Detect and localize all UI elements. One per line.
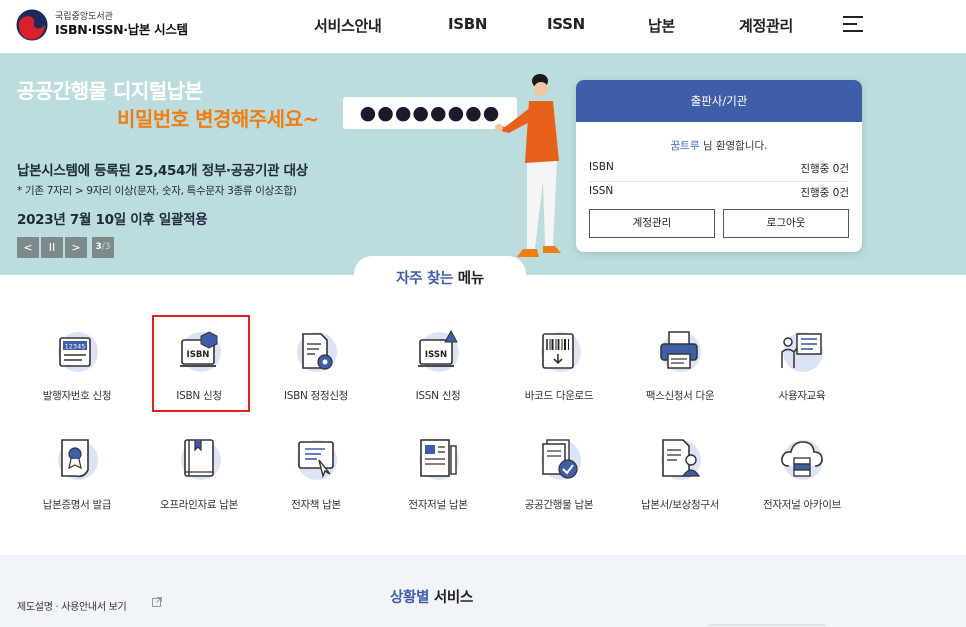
menu-label: 납본서/보상청구서 (640, 499, 720, 511)
nav-issn[interactable]: ISSN (547, 15, 585, 33)
menu-label: 바코드 다운로드 (524, 390, 594, 402)
situational-service-section (0, 555, 966, 627)
nav-deposit[interactable]: 납본 (648, 15, 675, 36)
banner-date-line: 2023년 7월 10일 이후 일괄적용 (17, 212, 208, 228)
barcode-download-icon (541, 332, 581, 372)
certificate-icon (58, 439, 98, 480)
publisher-number-icon: 12345 (58, 332, 98, 372)
cloud-archive-icon (781, 440, 823, 480)
slide-pause-button[interactable]: II (41, 237, 63, 258)
offline-book-icon (181, 439, 221, 480)
banner-subtitle: 비밀번호 변경해주세요~ (117, 107, 319, 131)
issn-apply-icon: ISSN (418, 329, 459, 372)
banner-info-line: 납본시스템에 등록된 25,454개 정부·공공기관 대상 (17, 163, 308, 179)
ebook-icon (297, 440, 337, 480)
slide-next-button[interactable]: > (65, 237, 87, 258)
ejournal-icon (419, 439, 459, 480)
menu-label: 공공간행물 납본 (524, 499, 594, 511)
user-status-card: 출판사/기관 꿈트루 님 환영합니다. ISBN 진행중 0건 ISSN 진행중… (576, 80, 862, 252)
status-row-issn: ISSN 진행중 0건 (589, 185, 849, 199)
menu-label: 전자저널 납본 (408, 499, 468, 511)
logout-button[interactable]: 로그아웃 (723, 209, 849, 238)
welcome-message: 꿈트루 님 환영합니다. (670, 140, 768, 152)
username[interactable]: 꿈트루 (671, 140, 700, 152)
slide-counter: 3/3 (92, 237, 114, 258)
fax-form-icon (660, 331, 701, 372)
hamburger-menu-icon[interactable] (843, 16, 863, 32)
menu-label: 오프라인자료 납본 (160, 499, 238, 511)
card-header: 출판사/기관 (576, 80, 862, 122)
isbn-correction-icon (297, 332, 337, 372)
person-illustration-icon (495, 74, 561, 257)
guide-link[interactable]: 제도설명 · 사용안내서 보기 (17, 598, 127, 613)
status-row-isbn: ISBN 진행중 0건 (589, 161, 849, 182)
menu-label: ISSN 신청 (415, 390, 461, 402)
external-link-icon[interactable] (152, 597, 162, 607)
menu-label: 팩스신청서 다운 (645, 390, 715, 402)
site-header: 국립중앙도서관 ISBN·ISSN·납본 시스템 서비스안내 ISBN ISSN… (0, 0, 966, 53)
banner-rule-line: * 기존 7자리 > 9자리 이상(문자, 숫자, 특수문자 3종류 이상조합) (17, 185, 297, 197)
taegeuk-logo-icon (16, 9, 48, 41)
logo-system-name: ISBN·ISSN·납본 시스템 (55, 22, 188, 38)
password-mask-graphic: ●●●●●●●● (343, 97, 517, 129)
situational-service-title: 상황별 서비스 (390, 590, 473, 606)
user-education-icon (781, 332, 823, 372)
public-publication-icon (541, 439, 581, 480)
menu-label: 전자책 납본 (291, 499, 341, 511)
nav-account[interactable]: 계정관리 (739, 15, 793, 36)
site-logo[interactable]: 국립중앙도서관 ISBN·ISSN·납본 시스템 (16, 9, 188, 41)
svg-text:ISSN: ISSN (425, 350, 447, 360)
slide-prev-button[interactable]: < (17, 237, 39, 258)
menu-label: ISBN 정정신청 (283, 390, 349, 402)
menu-label: 발행자번호 신청 (42, 390, 112, 402)
quick-menu-title: 자주 찾는 메뉴 (396, 271, 484, 287)
menu-label: 전자저널 아카이브 (763, 499, 841, 511)
menu-label: ISBN 신청 (176, 390, 222, 402)
banner-title: 공공간행물 디지털납본 (17, 79, 203, 103)
bottom-divider (708, 624, 826, 626)
nav-service-info[interactable]: 서비스안내 (314, 15, 382, 36)
svg-text:12345: 12345 (65, 343, 86, 351)
isbn-apply-icon: ISBN (180, 331, 221, 372)
svg-text:ISBN: ISBN (187, 350, 210, 360)
account-manage-button[interactable]: 계정관리 (589, 209, 715, 238)
claim-form-icon (661, 439, 701, 480)
menu-label: 사용자교육 (778, 390, 826, 402)
nav-isbn[interactable]: ISBN (448, 15, 487, 33)
menu-label: 납본증명서 발급 (42, 499, 112, 511)
